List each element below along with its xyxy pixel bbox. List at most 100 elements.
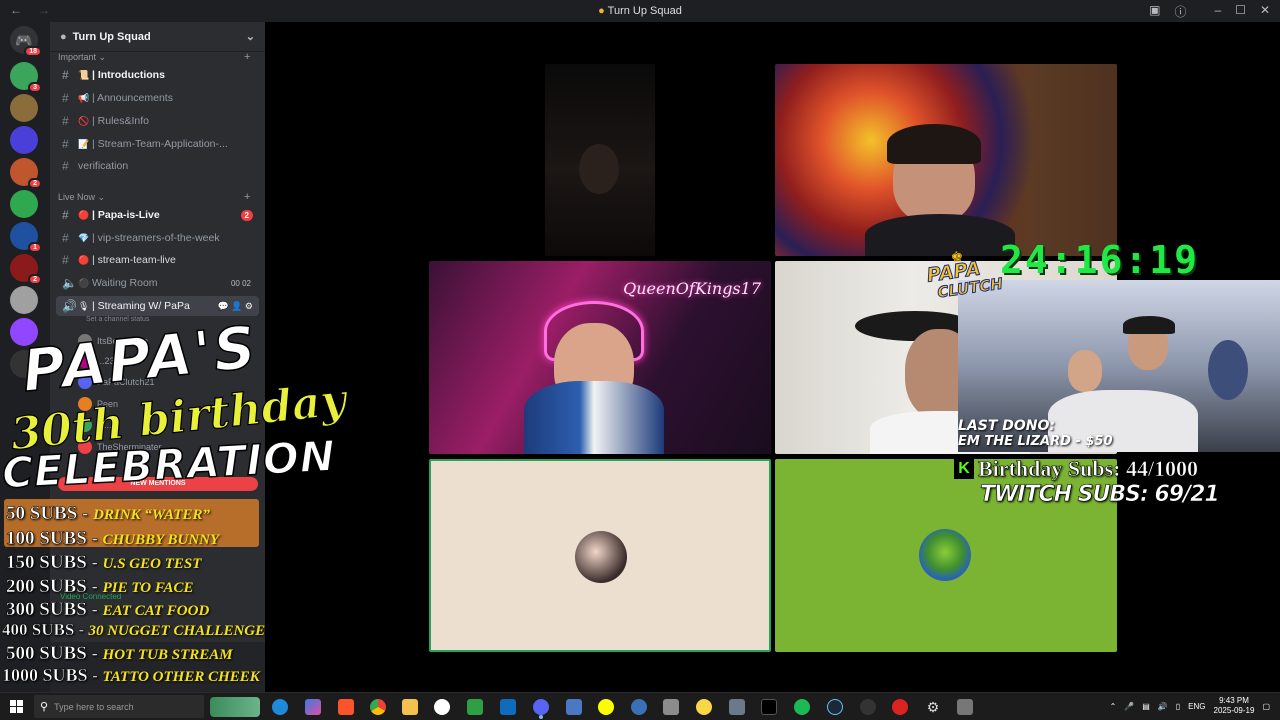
hash-icon: # (62, 68, 69, 82)
goal-row: 500 SUBS - HOT TUB STREAM (6, 643, 233, 665)
papa-clutch-logo: PAPA CLUTCH ♚ (925, 247, 1004, 302)
channel-stream-team-application[interactable]: # 📝 | Stream-Team-Application-... (56, 134, 259, 154)
language-indicator[interactable]: ENG (1188, 702, 1205, 711)
window-controls: ▣ ⓘ – ☐ ✕ (1149, 3, 1270, 20)
channel-introductions[interactable]: # 📜 | Introductions (56, 65, 259, 85)
stream-timer: 24:16:19 (1000, 238, 1200, 282)
help-icon[interactable]: ⓘ (1174, 3, 1186, 20)
speaker-icon: 🔊 (62, 299, 77, 313)
steam-icon[interactable] (827, 699, 843, 715)
snapchat-icon[interactable] (598, 699, 614, 715)
hash-icon: # (62, 137, 69, 151)
video-tile-tapestry[interactable] (775, 64, 1117, 256)
server-icon-2[interactable] (10, 94, 38, 122)
server-icon-1[interactable]: 3 (10, 62, 42, 93)
discord-icon[interactable] (533, 699, 549, 715)
app-icon-dark[interactable] (860, 699, 876, 715)
goal-row: 50 SUBS - DRINK “WATER” (6, 503, 210, 525)
voice-channel-waiting-room[interactable]: 🔈 ⚫ Waiting Room 00 02 (56, 273, 259, 293)
app-icon-blue[interactable] (566, 699, 582, 715)
settings-icon[interactable]: ⚙ (925, 699, 941, 715)
hash-icon: # (62, 231, 69, 245)
channel-announcements[interactable]: # 📢 | Announcements (56, 88, 259, 108)
volume-icon[interactable]: 🔊 (1158, 702, 1168, 711)
add-channel-icon[interactable]: + (244, 191, 250, 203)
app-icon-yellow[interactable] (696, 699, 712, 715)
windows-start-icon[interactable] (10, 700, 23, 713)
server-icon-4[interactable]: 2 (10, 158, 42, 189)
last-dono: LAST DONO: EM THE LIZARD - $50 (958, 418, 1113, 449)
inbox-icon[interactable]: ▣ (1149, 3, 1160, 20)
guild-name: Turn Up Squad (72, 30, 151, 43)
avatar (575, 531, 627, 583)
server-icon-8[interactable] (10, 286, 38, 314)
speaker-icon: 🔈 (62, 276, 77, 290)
hash-icon: # (62, 91, 69, 105)
twitch-subs: TWITCH SUBS: 69/21 (980, 482, 1220, 508)
server-icon-3[interactable] (10, 126, 38, 154)
guild-status-icon: ● (60, 30, 67, 43)
system-tray: ⌃ 🎤 ▤ 🔊 ▯ ENG 9:43 PM 2025-09-19 ▢ (1110, 696, 1270, 716)
close-button[interactable]: ✕ (1260, 3, 1270, 20)
goal-row: 200 SUBS - PIE TO FACE (6, 576, 194, 598)
chevron-up-icon[interactable]: ⌃ (1110, 702, 1117, 711)
outlook-icon[interactable] (500, 699, 516, 715)
video-tile-queenofkings[interactable]: QueenOfKings17 (429, 261, 771, 454)
brave-icon[interactable] (338, 699, 354, 715)
clock[interactable]: 9:43 PM 2025-09-19 (1214, 696, 1255, 716)
grinch-avatar (919, 529, 971, 581)
app-icon-window[interactable] (957, 699, 973, 715)
hash-icon: # (62, 253, 69, 267)
channel-papa-is-live[interactable]: # 🔴 | Papa-is-Live 2 (56, 205, 259, 225)
call-of-duty-icon[interactable] (761, 699, 777, 715)
hash-icon: # (62, 114, 69, 128)
server-icon-6[interactable]: 1 (10, 222, 42, 253)
hash-icon: # (62, 159, 69, 173)
search-icon: ⚲ (40, 701, 49, 713)
copilot-icon[interactable] (305, 699, 321, 715)
network-icon[interactable]: ▤ (1142, 702, 1150, 711)
spotify-icon[interactable] (794, 699, 810, 715)
video-tile-dark[interactable] (545, 64, 655, 256)
taskbar-search[interactable]: ⚲ Type here to search (34, 695, 204, 718)
file-explorer-icon[interactable] (402, 699, 418, 715)
window-titlebar: ← → ● Turn Up Squad ▣ ⓘ – ☐ ✕ (0, 0, 1280, 22)
goal-row: 300 SUBS - EAT CAT FOOD (6, 599, 210, 621)
voice-channel-streaming-w-papa[interactable]: 🔊 🎙 | Streaming W/ PaPa 💬 👤 ⚙ (56, 296, 259, 316)
minimize-button[interactable]: – (1214, 3, 1221, 20)
guild-header[interactable]: ● Turn Up Squad ⌄ (50, 22, 265, 52)
channel-rules-info[interactable]: # 🚫 | Rules&Info (56, 111, 259, 131)
channel-status-hint[interactable]: Set a channel status (86, 316, 149, 323)
app-icon-globe[interactable] (631, 699, 647, 715)
window-title: ● Turn Up Squad (598, 5, 682, 17)
notification-icon[interactable]: ▢ (1262, 702, 1270, 711)
chrome-icon[interactable] (370, 699, 386, 715)
channel-vip-streamers[interactable]: # 💎 | vip-streamers-of-the-week (56, 228, 259, 248)
home-discord-icon[interactable]: 🎮 18 (10, 26, 42, 57)
goal-row: 150 SUBS - U.S GEO TEST (6, 552, 202, 574)
video-tile-avatar-beige[interactable] (429, 459, 771, 652)
app-icon-red[interactable] (892, 699, 908, 715)
server-icon-5[interactable] (10, 190, 38, 218)
hash-icon: # (62, 208, 69, 222)
category-live-now[interactable]: Live Now ⌄ + (58, 191, 250, 203)
search-highlight-image (210, 697, 260, 717)
category-important[interactable]: Important ⌄ + (58, 51, 250, 63)
dell-icon[interactable] (434, 699, 450, 715)
app-icon-green[interactable] (467, 699, 483, 715)
chevron-down-icon: ⌄ (245, 31, 255, 43)
maximize-button[interactable]: ☐ (1235, 3, 1246, 20)
edge-icon[interactable] (272, 699, 288, 715)
microphone-icon[interactable]: 🎤 (1124, 702, 1134, 711)
goal-row: 100 SUBS - CHUBBY BUNNY (6, 528, 220, 550)
birthday-subs: K Birthday Subs: 44/1000 (954, 456, 1198, 482)
channel-verification[interactable]: # verification (56, 156, 259, 176)
server-icon-7[interactable]: 2 (10, 254, 42, 285)
battery-icon[interactable]: ▯ (1176, 702, 1180, 711)
add-channel-icon[interactable]: + (244, 51, 250, 63)
app-icon-tools[interactable] (729, 699, 745, 715)
goal-row: 400 SUBS - 30 NUGGET CHALLENGE (2, 620, 266, 640)
app-icon-photo[interactable] (663, 699, 679, 715)
channel-stream-team-live[interactable]: # 🔴 | stream-team-live (56, 250, 259, 270)
mention-badge: 2 (240, 209, 253, 221)
